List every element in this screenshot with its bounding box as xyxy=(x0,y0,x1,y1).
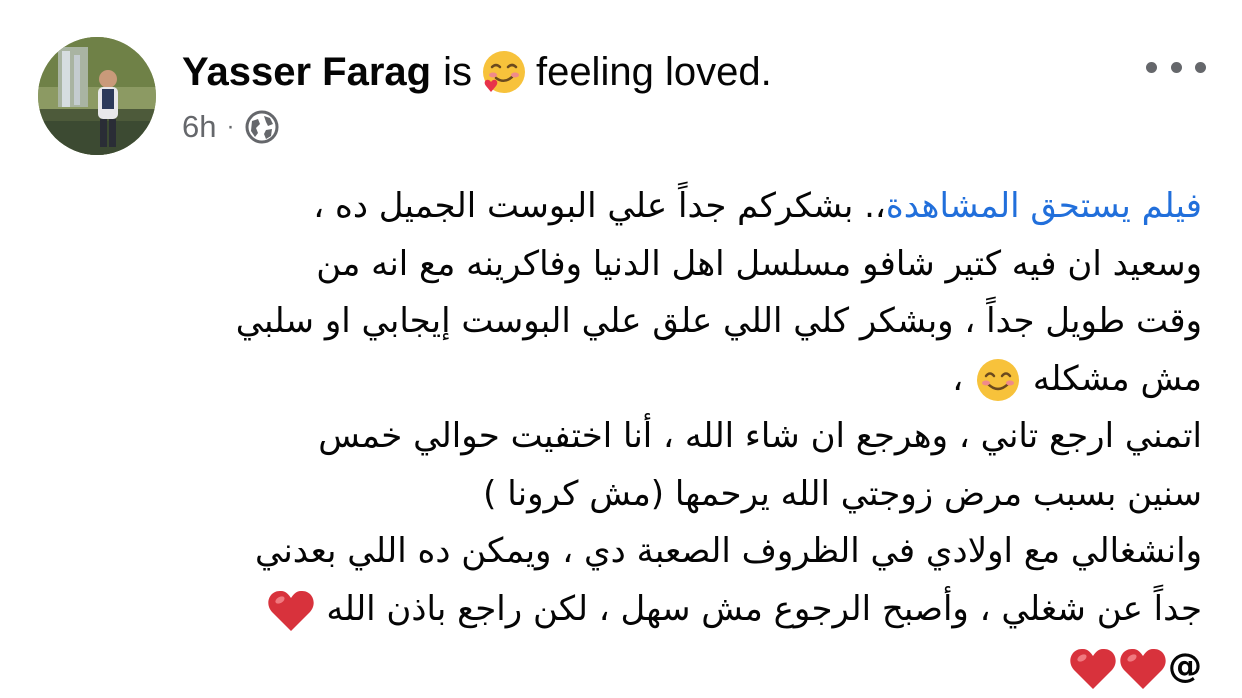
meta-separator: · xyxy=(226,113,235,140)
facebook-post: Yasser Farag is feeling loved. 6h · فيلم… xyxy=(0,0,1242,698)
mention-symbol: @ xyxy=(1168,646,1202,686)
post-meta: 6h · xyxy=(182,104,280,150)
post-text-line: وانشغالي مع اولادي في الظروف الصعبة دي ،… xyxy=(254,531,1202,571)
post-text-line: فيلم يستحق المشاهدة،. بشكركم جداً علي ال… xyxy=(313,186,1202,226)
smiling-face-emoji-icon xyxy=(977,359,1020,401)
avatar[interactable] xyxy=(38,37,156,155)
post-text-line: جداً عن شغلي ، وأصبح الرجوع مش سهل ، لكن… xyxy=(40,581,1202,639)
hashtag-link[interactable]: فيلم يستحق المشاهدة xyxy=(886,186,1202,226)
feeling-text: feeling loved. xyxy=(535,50,772,94)
post-text-line: مش مشكله ، xyxy=(40,351,1202,409)
red-heart-icon xyxy=(267,590,314,631)
post-text-line: وسعيد ان فيه كتير شافو مسلسل اهل الدنيا … xyxy=(316,243,1202,284)
feeling-loved-emoji-icon xyxy=(482,51,525,93)
feeling-verb: is xyxy=(443,50,472,94)
post-header-line: Yasser Farag is feeling loved. xyxy=(182,44,772,100)
post-text-line: وقت طويل جداً ، وبشكر كلي اللي علق علي ا… xyxy=(235,301,1202,341)
post-text-line: @ xyxy=(40,638,1202,696)
red-heart-icon xyxy=(1070,648,1116,689)
post-timestamp[interactable]: 6h xyxy=(182,109,216,145)
more-options-icon[interactable] xyxy=(1146,50,1206,84)
globe-icon[interactable] xyxy=(244,109,280,145)
post-body: فيلم يستحق المشاهدة،. بشكركم جداً علي ال… xyxy=(40,178,1202,696)
post-text-line: اتمني ارجع تاني ، وهرجع ان شاء الله ، أن… xyxy=(318,416,1202,456)
red-heart-icon xyxy=(1120,648,1166,689)
post-text-line: سنين بسبب مرض زوجتي الله يرحمها (مش كرون… xyxy=(483,473,1202,514)
author-name[interactable]: Yasser Farag xyxy=(182,44,431,100)
avatar-photo xyxy=(38,37,156,155)
